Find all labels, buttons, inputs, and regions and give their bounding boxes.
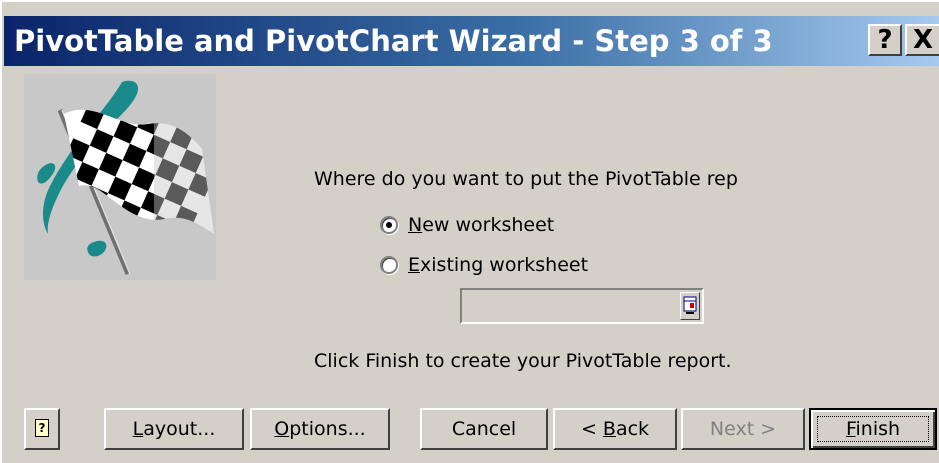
focus-rectangle (817, 416, 929, 442)
help-icon: ? (35, 419, 49, 437)
options-button[interactable]: Options... (250, 408, 390, 450)
help-button[interactable]: ? (24, 408, 60, 450)
range-select-icon[interactable] (680, 292, 700, 320)
finish-hint: Click Finish to create your PivotTable r… (314, 350, 732, 372)
existing-worksheet-label[interactable]: Existing worksheet (408, 254, 588, 276)
close-button[interactable]: X (905, 24, 939, 56)
new-worksheet-label[interactable]: New worksheet (408, 214, 554, 236)
placement-prompt: Where do you want to put the PivotTable … (314, 168, 738, 190)
existing-worksheet-radio[interactable] (380, 256, 398, 274)
layout-button[interactable]: Layout... (104, 408, 244, 450)
existing-worksheet-range-input[interactable] (460, 288, 704, 324)
window-title: PivotTable and PivotChart Wizard - Step … (14, 24, 773, 58)
checkered-flag-icon (24, 74, 216, 280)
new-worksheet-radio[interactable] (380, 216, 398, 234)
next-button[interactable]: Next > (681, 408, 805, 450)
new-worksheet-option[interactable]: New worksheet (380, 212, 554, 238)
existing-worksheet-option[interactable]: Existing worksheet (380, 252, 588, 278)
pivot-wizard-dialog: PivotTable and PivotChart Wizard - Step … (0, 0, 939, 463)
back-button[interactable]: < Back (553, 408, 677, 450)
cancel-button[interactable]: Cancel (420, 408, 548, 450)
title-bar[interactable]: PivotTable and PivotChart Wizard - Step … (4, 16, 939, 66)
finish-button[interactable]: Finish (809, 408, 937, 450)
help-title-button[interactable]: ? (868, 24, 902, 56)
